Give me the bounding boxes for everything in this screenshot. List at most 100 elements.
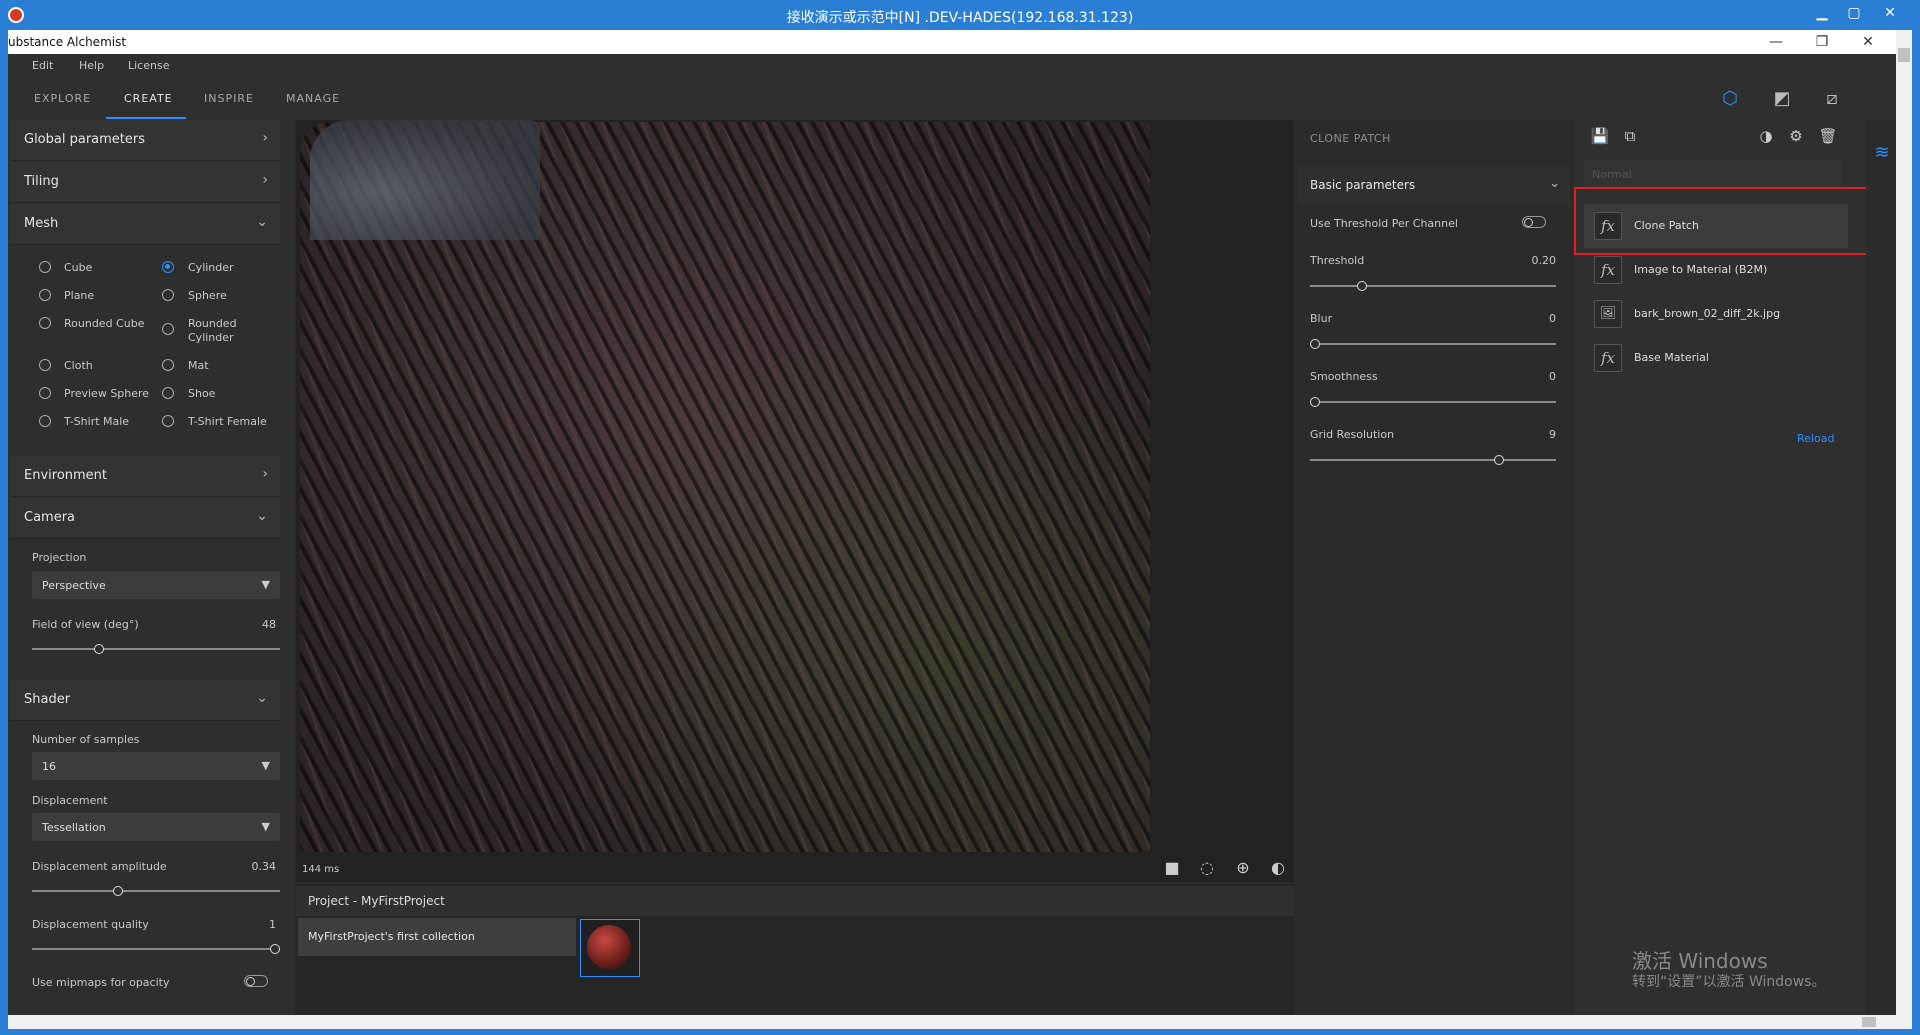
chevron-right-icon: ›	[262, 130, 268, 146]
2d-view-icon[interactable]: ◩	[1770, 88, 1794, 110]
section-camera[interactable]: Camera ⌄	[10, 498, 280, 539]
projection-value: Perspective	[42, 579, 106, 592]
threshold-per-channel-toggle[interactable]	[1522, 216, 1546, 228]
menu-edit[interactable]: Edit	[32, 59, 53, 72]
image-icon: 🖼	[1594, 300, 1622, 328]
horizontal-scrollbar[interactable]	[8, 1015, 1896, 1029]
section-basic-parameters[interactable]: Basic parameters ⌄	[1298, 166, 1570, 206]
fov-slider-track[interactable]	[32, 648, 280, 650]
smoothness-slider-track[interactable]	[1310, 401, 1556, 403]
section-label: Camera	[24, 510, 76, 525]
layer-item-bark-image[interactable]: 🖼 bark_brown_02_diff_2k.jpg	[1584, 292, 1848, 336]
layer-label: Base Material	[1634, 351, 1709, 364]
tab-create[interactable]: CREATE	[124, 92, 173, 105]
remote-desktop-title: 接收演示或示范中[N] .DEV-HADES(192.168.31.123)	[786, 10, 1134, 26]
app-minimize-button[interactable]: —	[1762, 32, 1790, 52]
smoothness-slider-knob[interactable]	[1310, 397, 1320, 407]
app-close-button[interactable]: ✕	[1854, 32, 1882, 52]
channel-value: Normal	[1592, 168, 1632, 181]
rotate-light-icon[interactable]: ◌	[1196, 858, 1218, 878]
radio-tshirt-female[interactable]	[162, 415, 174, 427]
amplitude-slider-track[interactable]	[32, 890, 280, 892]
section-tiling[interactable]: Tiling ›	[10, 162, 280, 203]
chevron-down-icon: ⌄	[256, 214, 268, 230]
radio-cube[interactable]	[39, 261, 51, 273]
radio-cylinder[interactable]	[162, 261, 174, 273]
section-shader[interactable]: Shader ⌄	[10, 680, 280, 721]
right-rail	[1866, 120, 1898, 1015]
section-environment[interactable]: Environment ›	[10, 456, 280, 497]
radio-plane[interactable]	[39, 289, 51, 301]
quality-slider-track[interactable]	[32, 948, 280, 950]
radio-label-rounded-cylinder: Rounded Cylinder	[188, 317, 237, 344]
displacement-dropdown[interactable]: Tessellation ▼	[32, 813, 280, 841]
vertical-scrollbar-thumb[interactable]	[1898, 48, 1910, 62]
material-ball-icon[interactable]: ◐	[1267, 858, 1289, 878]
app-restore-button[interactable]: ❐	[1808, 32, 1836, 52]
radio-rounded-cube[interactable]	[39, 317, 51, 329]
active-tab-indicator	[106, 117, 186, 119]
camera-icon[interactable]: ■	[1161, 858, 1183, 878]
radio-label-tshirt-female: T-Shirt Female	[188, 415, 267, 428]
threshold-value: 0.20	[1531, 254, 1557, 267]
fov-slider-knob[interactable]	[93, 644, 104, 654]
tab-inspire[interactable]: INSPIRE	[204, 92, 254, 105]
quality-label: Displacement quality	[32, 918, 149, 931]
radio-label-mat: Mat	[188, 359, 209, 372]
radio-shoe[interactable]	[162, 387, 174, 399]
cylinder-top-cap	[310, 120, 540, 240]
radio-preview-sphere[interactable]	[39, 387, 51, 399]
environment-icon[interactable]: ⊕	[1232, 858, 1254, 878]
section-mesh[interactable]: Mesh ⌄	[10, 204, 280, 245]
remote-desktop-logo-icon	[8, 7, 24, 23]
radio-cloth[interactable]	[39, 359, 51, 371]
radio-sphere[interactable]	[162, 289, 174, 301]
displacement-value: Tessellation	[42, 821, 106, 834]
delete-icon[interactable]: 🗑	[1818, 126, 1838, 146]
smoothness-value: 0	[1549, 370, 1556, 383]
blur-slider-track[interactable]	[1310, 343, 1556, 345]
mask-icon[interactable]: ◑	[1756, 126, 1776, 146]
layer-item-base-material[interactable]: fx Base Material	[1584, 336, 1848, 380]
blur-value: 0	[1549, 312, 1556, 325]
horizontal-scrollbar-thumb[interactable]	[1862, 1017, 1876, 1027]
channel-dropdown[interactable]: Normal	[1584, 160, 1842, 188]
grid-resolution-slider-track[interactable]	[1310, 459, 1556, 461]
blur-slider-knob[interactable]	[1310, 339, 1320, 349]
section-global-parameters[interactable]: Global parameters ›	[10, 120, 280, 161]
layers-icon[interactable]: ≋	[1866, 142, 1898, 166]
collection-item[interactable]: MyFirstProject's first collection	[298, 918, 576, 956]
reload-link[interactable]: Reload	[1797, 432, 1834, 445]
material-thumbnail[interactable]	[580, 919, 640, 977]
save-icon[interactable]: 💾	[1590, 126, 1610, 146]
radio-label-cylinder: Cylinder	[188, 261, 234, 274]
tab-explore[interactable]: EXPLORE	[34, 92, 91, 105]
radio-label-plane: Plane	[64, 289, 95, 302]
dropdown-arrow-icon: ▼	[261, 578, 270, 591]
remote-close-button[interactable]: ✕	[1880, 4, 1900, 22]
mipmaps-toggle[interactable]	[244, 975, 268, 987]
split-view-icon[interactable]: ⧄	[1820, 88, 1844, 110]
radio-tshirt-male[interactable]	[39, 415, 51, 427]
samples-dropdown[interactable]: 16 ▼	[32, 752, 280, 780]
vertical-scrollbar[interactable]	[1896, 30, 1912, 1029]
projection-dropdown[interactable]: Perspective ▼	[32, 571, 280, 599]
radio-mat[interactable]	[162, 359, 174, 371]
amplitude-slider-knob[interactable]	[112, 886, 123, 896]
remote-maximize-button[interactable]: ▢	[1844, 4, 1864, 22]
chevron-down-icon: ⌄	[1549, 176, 1560, 191]
cube-view-icon[interactable]: ⬡	[1718, 88, 1742, 110]
fx-icon: fx	[1594, 256, 1622, 284]
menu-help[interactable]: Help	[79, 59, 104, 72]
menu-license[interactable]: License	[128, 59, 169, 72]
windows-activation-hint: 转到“设置”以激活 Windows。	[1632, 974, 1826, 990]
amplitude-value: 0.34	[251, 860, 277, 873]
add-layer-icon[interactable]: ⧉	[1620, 126, 1640, 146]
chevron-right-icon: ›	[262, 466, 268, 482]
settings-icon[interactable]: ⚙	[1786, 126, 1806, 146]
remote-minimize-button[interactable]: ▁	[1812, 4, 1832, 22]
threshold-slider-track[interactable]	[1310, 285, 1556, 287]
tab-manage[interactable]: MANAGE	[286, 92, 340, 105]
quality-slider-knob[interactable]	[270, 944, 280, 954]
radio-rounded-cylinder[interactable]	[162, 323, 174, 335]
